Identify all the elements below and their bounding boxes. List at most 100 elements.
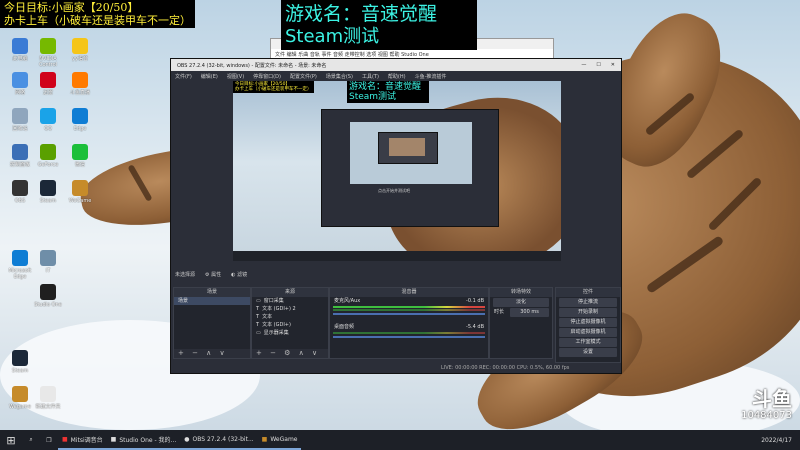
taskbar-item[interactable]: ● OBS 27.2.4 (32-bit... <box>180 430 258 450</box>
nested-preview <box>350 122 472 184</box>
task-view-icon[interactable]: ❐ <box>40 437 58 444</box>
edge-icon <box>12 250 28 266</box>
menu-profile[interactable]: 配置文件(P) <box>290 73 317 80</box>
yy-icon <box>72 38 88 54</box>
stop-streaming-button[interactable]: 停止推流 <box>559 298 617 307</box>
desktop-icon[interactable]: 斗鱼直播 <box>62 72 98 96</box>
wechat-icon <box>72 144 88 160</box>
desktop-icon[interactable]: Studio One <box>30 284 66 308</box>
search-icon[interactable]: ⌕ <box>22 436 40 444</box>
desktop-icon[interactable]: Steam <box>30 180 66 204</box>
minimize-icon[interactable]: — <box>581 62 586 68</box>
obs-preview[interactable]: 今日目标:小画家【20/50】 办卡上车（小破车还是装甲车不一定） 游戏名：音速… <box>233 81 561 261</box>
taskbar: ⊞ ⌕ ❐ ■ Mitsi调音台 ■ Studio One - 我的... ● OBS… <box>0 430 800 450</box>
nested-preview-inner <box>378 132 438 164</box>
transition-select[interactable]: 淡化 <box>493 298 549 307</box>
menu-edit[interactable]: 编辑(E) <box>201 73 218 80</box>
system-clock[interactable]: 2022/4/17 <box>761 437 800 444</box>
settings-button[interactable]: 设置 <box>559 348 617 357</box>
geforce-icon <box>40 144 56 160</box>
goal-line-2: 办卡上车（小破车还是装甲车不一定） <box>4 14 191 27</box>
control-panel-icon <box>12 144 28 160</box>
desktop-icon[interactable]: Edge <box>62 108 98 132</box>
desktop-icon[interactable]: Steam <box>2 350 38 374</box>
sources-controls[interactable]: + − ⚙ ∧ ∨ <box>252 349 328 358</box>
menu-tools[interactable]: 工具(T) <box>362 73 379 80</box>
duration-input[interactable]: 300 ms <box>510 307 549 317</box>
desktop-icon[interactable]: yy语音 <box>62 38 98 62</box>
game-name-overlay: 游戏名：音速觉醒 Steam测试 <box>281 0 477 50</box>
duration-row: 时长 300 ms <box>490 307 552 317</box>
desktop-icon[interactable]: 新建文件夹 <box>30 386 66 410</box>
volume-slider[interactable] <box>333 336 485 338</box>
menu-help[interactable]: 帮助(H) <box>388 73 406 80</box>
start-recording-button[interactable]: 开始录制 <box>559 308 617 317</box>
studio-mode-button[interactable]: 工作室模式 <box>559 338 617 347</box>
it-icon <box>40 250 56 266</box>
recycle-bin-icon <box>12 108 28 124</box>
folder-icon <box>40 386 56 402</box>
edge-icon <box>72 108 88 124</box>
source-item[interactable]: ▭ 窗口采集 <box>252 297 328 305</box>
taskbar-item[interactable]: ■ Studio One - 我的... <box>106 430 181 450</box>
wegame-icon <box>72 180 88 196</box>
desktop-icon[interactable]: GeForce <box>30 144 66 168</box>
menu-file[interactable]: 文件(F) <box>175 73 192 80</box>
source-item[interactable]: ▭ 显示器采集 <box>252 329 328 337</box>
steam-icon <box>40 180 56 196</box>
desktop-icon[interactable]: NVIDIA Control <box>30 38 66 68</box>
room-number: 10484073 <box>741 410 792 421</box>
computer-icon <box>12 38 28 54</box>
sources-dock: 来源 ▭ 窗口采集 T 文本 (GDI+) 2 T 文本 T 文本 (GDI+)… <box>251 287 329 359</box>
nvidia-icon <box>40 38 56 54</box>
properties-button[interactable]: ⚙ 属性 <box>205 271 221 278</box>
windows-start-icon[interactable]: ⊞ <box>0 434 22 447</box>
audio-meter <box>333 309 485 311</box>
douyu-watermark: 斗鱼 10484073 <box>741 388 792 421</box>
obs-icon <box>12 180 28 196</box>
game-name: 游戏名：音速觉醒 <box>285 3 438 25</box>
preview-taskbar <box>233 251 561 261</box>
nested-caption: 点击开始并测试吧 <box>378 188 410 193</box>
scenes-dock: 场景 场景 + − ∧ ∨ <box>173 287 251 359</box>
scene-item[interactable]: 场景 <box>174 297 250 305</box>
obs-menu-bar: 文件(F) 编辑(E) 视图(V) 停靠窗口(D) 配置文件(P) 场景集合(S… <box>171 71 621 80</box>
controls-title: 控件 <box>556 288 620 297</box>
maximize-icon[interactable]: ☐ <box>596 62 600 68</box>
menu-docks[interactable]: 停靠窗口(D) <box>253 73 281 80</box>
obs-titlebar[interactable]: OBS 27.2.4 (32-bit, windows) - 配置文件: 未命名… <box>171 59 621 71</box>
desktop-icon[interactable]: 迅雷 <box>30 72 66 96</box>
wegame-icon: ■ <box>261 435 268 443</box>
obs-window[interactable]: OBS 27.2.4 (32-bit, windows) - 配置文件: 未命名… <box>170 58 622 374</box>
menu-scene-collection[interactable]: 场景集合(S) <box>326 73 353 80</box>
qq-icon <box>40 108 56 124</box>
mixer-title: 混音器 <box>330 288 488 297</box>
desktop-icon[interactable]: QQ <box>30 108 66 132</box>
menu-douyu-plugin[interactable]: 斗鱼-推流插件 <box>415 73 447 80</box>
start-virtual-camera-button[interactable]: 启动虚拟摄像机 <box>559 328 617 337</box>
taskbar-item[interactable]: ■ Mitsi调音台 <box>58 430 107 450</box>
volume-slider[interactable] <box>333 313 485 315</box>
mixer-track: 麦克风/Aux -0.1 dB <box>334 298 484 304</box>
nested-obs-window: 点击开始并测试吧 <box>321 109 499 227</box>
xunlei-icon <box>40 72 56 88</box>
stop-virtual-camera-button[interactable]: 停止虚拟摄像机 <box>559 318 617 327</box>
source-item[interactable]: T 文本 (GDI+) <box>252 321 328 329</box>
no-source-label: 未选择源 <box>175 271 196 278</box>
app-icon: ■ <box>62 435 68 443</box>
scenes-controls[interactable]: + − ∧ ∨ <box>174 349 250 358</box>
controls-dock: 控件 停止推流 开始录制 停止虚拟摄像机 启动虚拟摄像机 工作室模式 设置 <box>555 287 621 363</box>
desktop-icon[interactable]: IT <box>30 250 66 274</box>
scenes-title: 场景 <box>174 288 250 297</box>
desktop-icon[interactable]: 微信 <box>62 144 98 168</box>
mixer-track: 桌面音频 -5.4 dB <box>334 324 484 330</box>
filters-button[interactable]: ◐ 滤镜 <box>231 271 247 278</box>
wegame-icon <box>12 386 28 402</box>
studio-one-icon: ■ <box>110 435 117 443</box>
desktop-icon[interactable]: WeGame <box>62 180 98 204</box>
source-item[interactable]: T 文本 <box>252 313 328 321</box>
menu-view[interactable]: 视图(V) <box>227 73 244 80</box>
close-icon[interactable]: ✕ <box>611 62 615 68</box>
taskbar-item[interactable]: ■ WeGame <box>257 430 302 450</box>
source-item[interactable]: T 文本 (GDI+) 2 <box>252 305 328 313</box>
